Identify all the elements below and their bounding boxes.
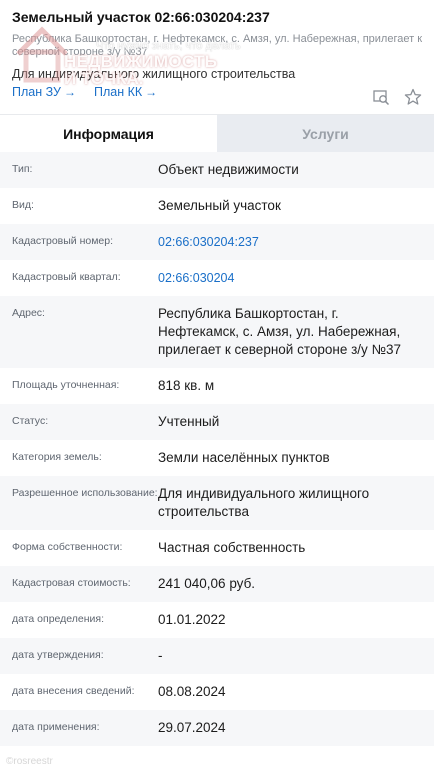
row-value: Земельный участок — [158, 198, 281, 213]
cadastral-quarter-link[interactable]: 02:66:030204 — [158, 269, 422, 287]
row-land-category: Категория земель: Земли населённых пункт… — [0, 440, 434, 476]
row-value: Частная собственность — [158, 540, 306, 555]
tab-bar: Информация Услуги — [0, 114, 434, 152]
row-label: Тип: — [12, 163, 33, 175]
row-permitted-use: Разрешенное использование: Для индивидуа… — [0, 476, 434, 530]
row-value: 01.01.2022 — [158, 612, 226, 627]
row-label: дата внесения сведений: — [12, 685, 135, 697]
row-value: Земли населённых пунктов — [158, 450, 330, 465]
plan-kk-link[interactable]: План КК → — [94, 84, 157, 100]
cadastral-number-link[interactable]: 02:66:030204:237 — [158, 233, 422, 251]
header-tools — [358, 88, 422, 106]
row-area: Площадь уточненная: 818 кв. м — [0, 368, 434, 404]
object-header: Земельный участок 02:66:030204:237 Респу… — [0, 0, 434, 114]
row-label: Вид: — [12, 199, 34, 211]
row-label: Кадастровый номер: — [12, 235, 114, 247]
plan-zu-label: План ЗУ — [12, 85, 61, 99]
row-label: Форма собственности: — [12, 541, 123, 553]
footer-watermark: ©rosreestr — [6, 756, 53, 767]
row-address: Адрес: Республика Башкортостан, г. Нефте… — [0, 296, 434, 368]
row-determination-date: дата определения: 01.01.2022 — [0, 602, 434, 638]
row-ownership: Форма собственности: Частная собственнос… — [0, 530, 434, 566]
tab-info[interactable]: Информация — [0, 115, 217, 152]
row-kind: Вид: Земельный участок — [0, 188, 434, 224]
object-address-subtitle: Республика Башкортостан, г. Нефтекамск, … — [12, 33, 423, 58]
row-value: Объект недвижимости — [158, 162, 299, 177]
row-approval-date: дата утверждения: - — [0, 638, 434, 674]
arrow-right-icon: → — [63, 85, 76, 99]
row-cadastral-value: Кадастровая стоимость: 241 040,06 руб. — [0, 566, 434, 602]
plan-zu-link[interactable]: План ЗУ → — [12, 84, 76, 100]
row-label: дата применения: — [12, 721, 100, 733]
row-label: Адрес: — [12, 307, 45, 319]
row-value: 241 040,06 руб. — [158, 576, 256, 591]
row-type: Тип: Объект недвижимости — [0, 152, 434, 188]
row-label: Статус: — [12, 415, 49, 427]
row-value: 29.07.2024 — [158, 720, 226, 735]
object-title: Земельный участок 02:66:030204:237 — [12, 9, 270, 25]
row-value: 818 кв. м — [158, 378, 215, 393]
arrow-right-icon: → — [145, 85, 158, 99]
row-status: Статус: Учтенный — [0, 404, 434, 440]
row-value: - — [158, 648, 163, 663]
row-label: дата утверждения: — [12, 649, 104, 661]
tab-services[interactable]: Услуги — [217, 115, 434, 152]
row-label: Площадь уточненная: — [12, 379, 120, 391]
row-label: дата определения: — [12, 613, 105, 625]
row-label: Кадастровый квартал: — [12, 271, 121, 283]
row-value: Учтенный — [158, 414, 220, 429]
row-cadastral-number: Кадастровый номер: 02:66:030204:237 — [0, 224, 434, 260]
row-value: Республика Башкортостан, г. Нефтекамск, … — [158, 306, 402, 357]
row-label: Категория земель: — [12, 451, 102, 463]
row-application-date: дата применения: 29.07.2024 — [0, 710, 434, 746]
row-cadastral-quarter: Кадастровый квартал: 02:66:030204 — [0, 260, 434, 296]
row-label: Кадастровая стоимость: — [12, 577, 131, 589]
plan-kk-label: План КК — [93, 85, 143, 99]
object-purpose: Для индивидуального жилищного строительс… — [12, 67, 296, 81]
info-table: Тип: Объект недвижимости Вид: Земельный … — [0, 152, 434, 746]
star-icon[interactable] — [404, 88, 422, 106]
row-entry-date: дата внесения сведений: 08.08.2024 — [0, 674, 434, 710]
row-label: Разрешенное использование: — [12, 487, 158, 499]
row-value: 08.08.2024 — [158, 684, 226, 699]
map-search-icon[interactable] — [372, 88, 390, 106]
row-value: Для индивидуального жилищного строительс… — [158, 486, 370, 519]
